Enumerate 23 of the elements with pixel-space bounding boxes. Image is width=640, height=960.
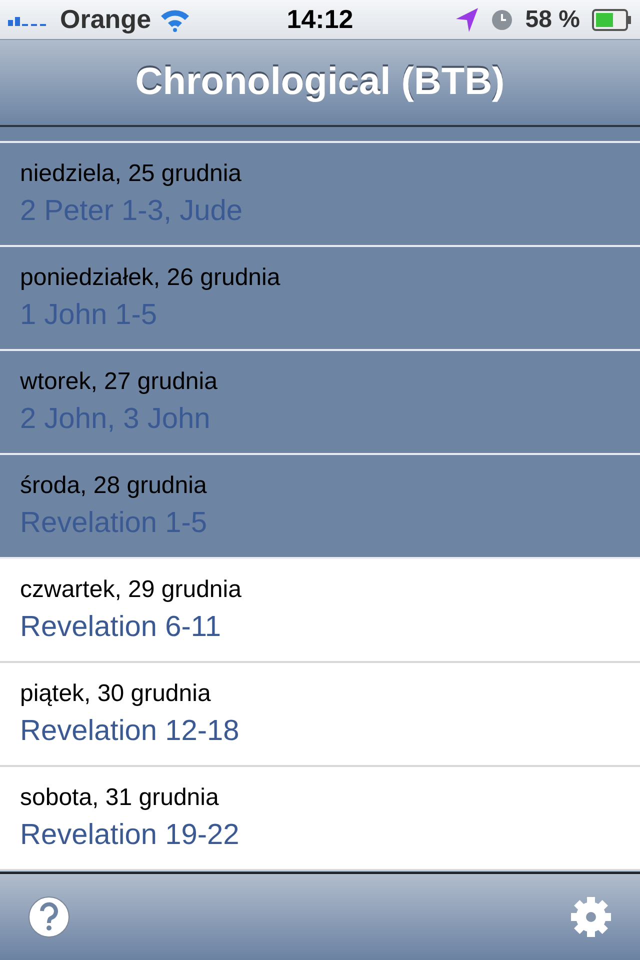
wifi-icon (159, 8, 192, 32)
reading-passage: Revelation 6-11 (20, 610, 222, 645)
reading-date: sobota, 31 grudnia (20, 782, 220, 813)
reading-date: poniedziałek, 26 grudnia (20, 262, 282, 293)
reading-date: czwartek, 29 grudnia (20, 574, 242, 605)
settings-icon[interactable] (570, 896, 612, 938)
reading-date: niedziela, 25 grudnia (20, 158, 242, 189)
battery-percentage: 58 % (525, 4, 580, 34)
reading-date: środa, 28 grudnia (20, 470, 208, 501)
help-icon[interactable] (28, 896, 70, 938)
location-arrow-icon (455, 6, 480, 32)
reading-date: piątek, 30 grudnia (20, 678, 212, 709)
reading-row[interactable]: piątek, 30 grudnia Revelation 12-18 (0, 663, 640, 767)
clock-time: 14:12 (286, 3, 354, 36)
carrier-name: Orange (60, 3, 152, 36)
reading-date: wtorek, 27 grudnia (20, 366, 218, 397)
alarm-clock-icon (491, 8, 514, 30)
reading-row[interactable]: czwartek, 29 grudnia Revelation 6-11 (0, 559, 640, 663)
reading-passage: Revelation 12-18 (20, 714, 240, 749)
reading-row[interactable]: sobota, 31 grudnia Revelation 19-22 (0, 767, 640, 871)
screen-title: Chronological (BTB) (135, 60, 505, 105)
reading-passage: Revelation 19-22 (20, 818, 240, 853)
battery-icon (592, 8, 632, 30)
